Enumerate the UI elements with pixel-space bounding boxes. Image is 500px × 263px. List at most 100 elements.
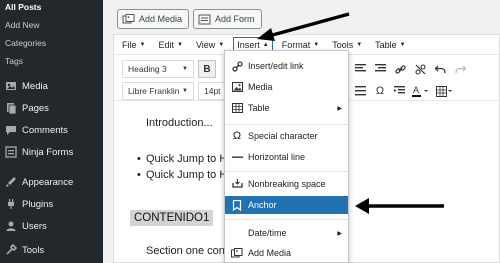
menu-edit[interactable]: Edit ▼ [158,40,182,50]
menu-divider [225,219,348,220]
chevron-right-icon: ▶ [337,230,342,237]
unlink-icon[interactable] [411,60,429,78]
indent-icon[interactable] [390,82,408,100]
font-size-select[interactable]: 14pt [198,82,226,100]
menu-item-media[interactable]: Media [225,78,348,96]
menu-item-anchor[interactable]: Anchor [225,196,348,214]
image-icon [231,81,243,93]
chevron-up-icon: ▲ [262,41,269,48]
menu-item-label: Media [248,82,273,92]
align-right-icon[interactable] [371,60,389,78]
block-format-value: Heading 3 [128,64,167,74]
sidebar-item-media[interactable]: Media [0,77,103,95]
sidebar-item-label: Tools [22,244,45,256]
sidebar-item-label: Plugins [22,198,54,210]
menu-item-insert-link[interactable]: Insert/edit link [225,57,348,75]
list-item: Quick Jump to He [137,169,233,181]
align-icon[interactable] [351,60,369,78]
add-form-label: Add Form [215,14,255,24]
submenu-all-posts[interactable]: All Posts [5,2,41,12]
nbsp-icon [231,178,243,190]
font-size-value: 14pt [204,86,221,96]
hr-icon [231,151,243,163]
add-form-button[interactable]: Add Form [193,9,262,29]
annotation-arrow-insert [257,12,350,41]
section-paragraph: Section one cont [146,245,228,257]
sidebar-item-users[interactable]: Users [0,217,103,235]
link-icon [231,60,243,72]
menu-table-label: Table [375,39,397,50]
text-color-icon[interactable]: A [410,82,432,100]
omega-icon: Ω [232,130,242,142]
sidebar-item-ninja-forms[interactable]: Ninja Forms [0,143,103,161]
sidebar-item-pages[interactable]: Pages [0,99,103,117]
insert-dropdown-menu: Insert/edit link Media Table ▶ Ω Special… [224,50,349,263]
menu-item-label: Horizontal line [248,152,306,162]
menu-item-table[interactable]: Table ▶ [225,99,348,117]
link-icon[interactable] [391,60,409,78]
pages-icon [5,102,17,114]
redo-icon[interactable] [451,60,469,78]
chevron-down-icon: ▼ [313,41,320,48]
menu-item-label: Date/time [248,228,287,238]
submenu-tags[interactable]: Tags [5,56,23,66]
sidebar-item-label: Pages [22,102,49,114]
annotation-arrow-anchor [355,198,444,214]
list-item: Quick Jump to He [137,153,233,165]
font-family-select[interactable]: Libre Franklin ▼ [122,82,194,100]
menu-file[interactable]: File ▼ [122,40,145,50]
chevron-down-icon: ▼ [356,41,363,48]
chevron-down-icon: ▼ [218,41,225,48]
wordpress-editor-screen: All Posts Add New Categories Tags Media … [0,0,500,263]
sidebar-item-label: Comments [22,124,68,136]
chevron-down-icon: ▼ [139,41,146,48]
svg-text:A: A [413,85,419,95]
menu-item-date-time[interactable]: Date/time ▶ [225,224,348,242]
menu-item-nonbreaking-space[interactable]: Nonbreaking space [225,175,348,193]
sidebar-item-plugins[interactable]: Plugins [0,195,103,213]
undo-icon[interactable] [431,60,449,78]
menu-file-label: File [122,39,137,50]
chevron-down-icon: ▼ [399,41,406,48]
block-format-select[interactable]: Heading 3 ▼ [122,60,194,78]
font-family-value: Libre Franklin [128,86,180,96]
appearance-icon [5,176,17,188]
sidebar-item-tools[interactable]: Tools [0,241,103,259]
menu-divider [225,124,348,125]
add-form-icon [198,14,211,25]
format-icon[interactable] [351,82,369,100]
submenu-categories[interactable]: Categories [5,38,46,48]
highlighted-heading: CONTENIDO1 [130,210,214,226]
add-media-button[interactable]: Add Media [117,9,190,29]
table-icon[interactable] [434,82,456,100]
menu-item-label: Add Media [248,248,292,258]
menu-item-special-character[interactable]: Ω Special character [225,127,348,145]
admin-sidebar: All Posts Add New Categories Tags Media … [0,0,103,263]
menu-item-label: Nonbreaking space [248,179,326,189]
menu-item-add-media[interactable]: Add Media [225,244,348,262]
menu-view-label: View [195,39,216,50]
sidebar-item-label: Appearance [22,176,74,188]
menu-divider [225,171,348,172]
menu-item-label: Special character [248,131,318,141]
sidebar-item-appearance[interactable]: Appearance [0,173,103,191]
blank-icon [231,227,243,239]
menu-view[interactable]: View ▼ [196,40,224,50]
users-icon [5,220,17,232]
sidebar-item-label: Ninja Forms [22,146,74,158]
omega-icon[interactable]: Ω [371,82,389,100]
menu-item-horizontal-line[interactable]: Horizontal line [225,148,348,166]
menu-edit-label: Edit [158,39,174,50]
sidebar-item-label: Media [22,80,48,92]
menu-table[interactable]: Table ▼ [375,40,405,50]
sidebar-item-label: Users [22,220,47,232]
add-media-label: Add Media [139,14,183,24]
plugins-icon [5,198,17,210]
submenu-add-new[interactable]: Add New [5,20,40,30]
bold-button[interactable]: B [198,60,216,78]
sidebar-item-comments[interactable]: Comments [0,121,103,139]
menu-item-label: Insert/edit link [248,61,304,71]
chevron-right-icon: ▶ [337,105,342,112]
chevron-down-icon: ▼ [182,66,188,72]
comments-icon [5,124,17,136]
